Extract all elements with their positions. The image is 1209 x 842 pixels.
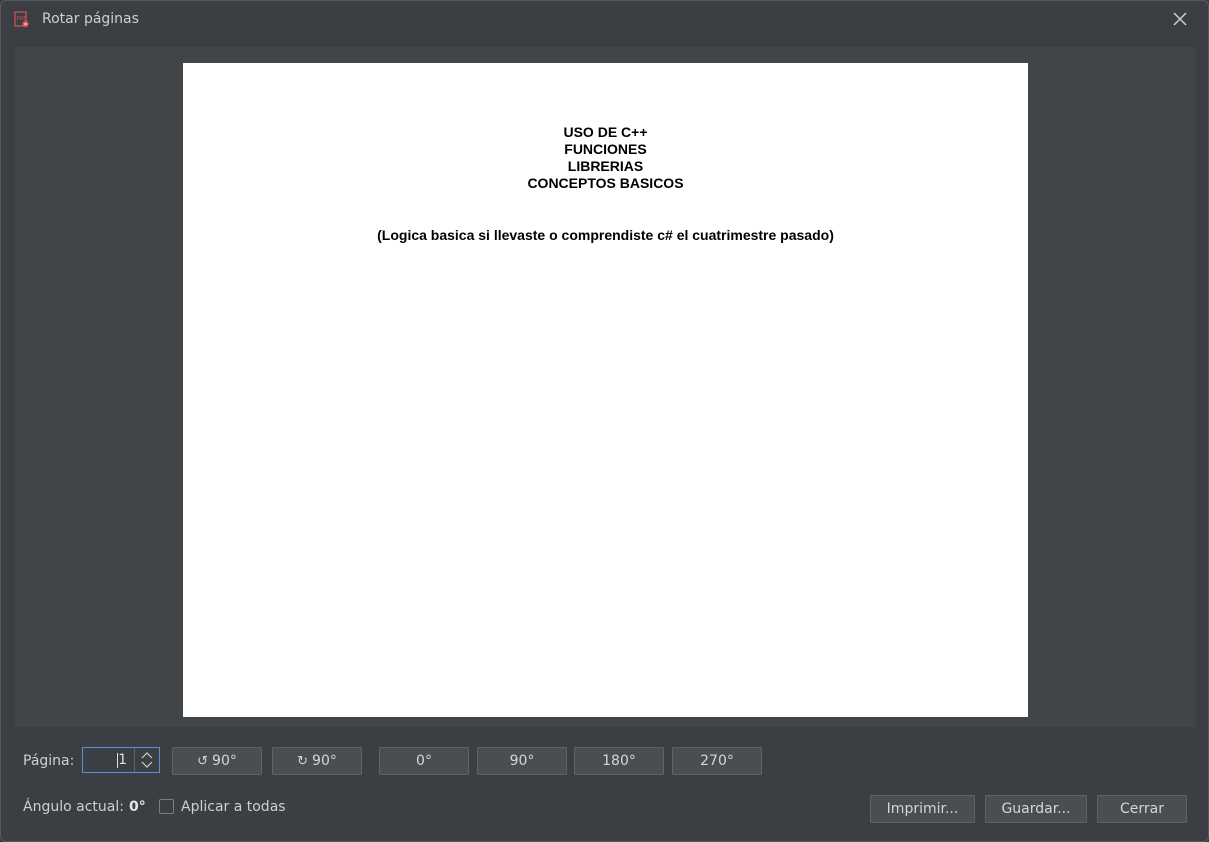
document-title-line: CONCEPTOS BASICOS	[527, 175, 684, 191]
spin-arrows-icon[interactable]	[134, 748, 159, 772]
apply-all-label[interactable]: Aplicar a todas	[181, 799, 286, 815]
document-title-line: USO DE C++	[563, 124, 648, 140]
text-caret	[117, 753, 118, 768]
rotate-ccw-icon: ↺	[197, 754, 209, 769]
page-preview-area: USO DE C++ FUNCIONES LIBRERIAS CONCEPTOS…	[15, 47, 1196, 727]
document-title-line: FUNCIONES	[564, 141, 647, 157]
rotate-ccw-button[interactable]: ↺ 90°	[172, 747, 262, 775]
window-title: Rotar páginas	[42, 11, 139, 27]
document-title-line: LIBRERIAS	[567, 158, 644, 174]
angle-180-button[interactable]: 180°	[574, 747, 664, 775]
save-button[interactable]: Guardar...	[985, 795, 1087, 823]
document-title-block: USO DE C++ FUNCIONES LIBRERIAS CONCEPTOS…	[183, 124, 1028, 192]
page-number-input[interactable]: 1	[83, 748, 135, 772]
print-button[interactable]: Imprimir...	[870, 795, 975, 823]
rotate-ccw-label: 90°	[212, 753, 237, 769]
title-bar: PDF Rotar páginas	[1, 1, 1208, 39]
apply-all-checkbox[interactable]	[159, 799, 174, 814]
close-button[interactable]: Cerrar	[1097, 795, 1187, 823]
current-angle-value: 0°	[129, 799, 146, 815]
document-subtitle: (Logica basica si llevaste o comprendist…	[377, 227, 834, 243]
pdf-app-icon: PDF	[14, 11, 30, 29]
angle-90-button[interactable]: 90°	[477, 747, 567, 775]
angle-0-button[interactable]: 0°	[379, 747, 469, 775]
close-icon[interactable]	[1170, 9, 1190, 29]
current-angle-label: Ángulo actual:	[23, 799, 124, 815]
page-label: Página:	[23, 753, 75, 769]
rotate-cw-button[interactable]: ↻ 90°	[272, 747, 362, 775]
page-spinbox[interactable]: 1	[82, 747, 160, 773]
document-page: USO DE C++ FUNCIONES LIBRERIAS CONCEPTOS…	[183, 63, 1028, 717]
rotate-cw-icon: ↻	[297, 754, 309, 769]
rotate-pages-dialog: PDF Rotar páginas USO DE C++ FUNCIONES L…	[0, 0, 1209, 842]
rotate-cw-label: 90°	[312, 753, 337, 769]
angle-270-button[interactable]: 270°	[672, 747, 762, 775]
